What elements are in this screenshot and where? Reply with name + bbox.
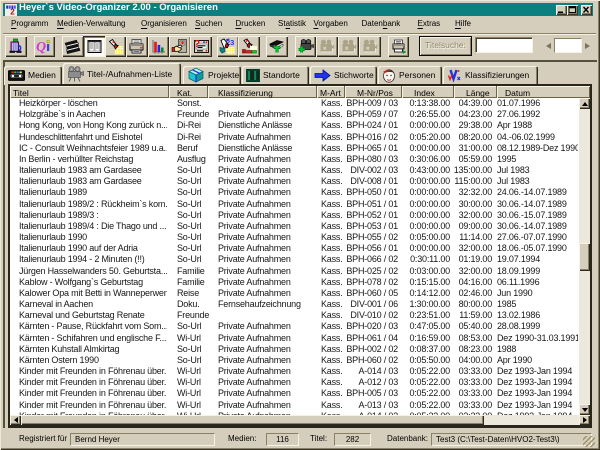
svg-text:Q: Q (36, 40, 46, 55)
svg-text:2: 2 (10, 7, 15, 15)
svg-text:?: ? (194, 39, 200, 50)
